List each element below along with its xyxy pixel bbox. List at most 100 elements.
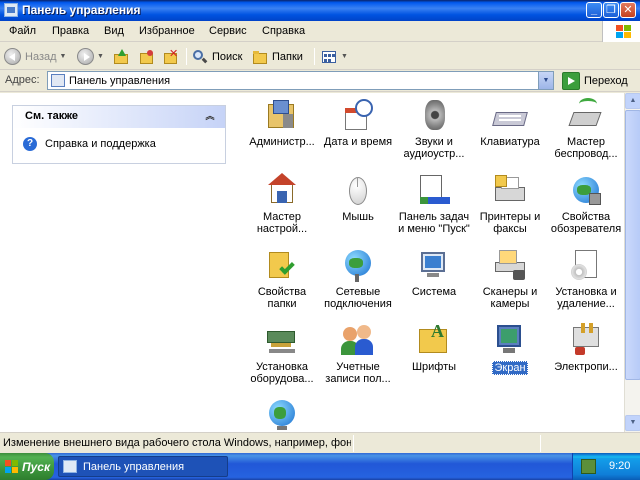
control-panel-item[interactable]: Панель задач и меню "Пуск"	[396, 173, 472, 235]
mouse-icon	[341, 173, 375, 207]
forward-button[interactable]: ▼	[77, 47, 104, 66]
chevron-down-icon: ▼	[341, 53, 348, 60]
control-panel-item-label: Панель задач и меню "Пуск"	[398, 211, 470, 235]
control-panel-item[interactable]: Установка и удаление...	[548, 248, 624, 310]
control-panel-item[interactable]: Мышь	[320, 173, 396, 223]
delete-button[interactable]: ✕	[163, 47, 183, 66]
control-panel-item[interactable]: Свойства папки	[244, 248, 320, 310]
control-panel-item[interactable]: Мастер настрой...	[244, 173, 320, 235]
control-panel-item[interactable]: A Шрифты	[396, 322, 472, 373]
go-label: Переход	[584, 75, 628, 87]
address-input[interactable]: Панель управления ▼	[47, 71, 554, 90]
menu-tools[interactable]: Сервис	[209, 25, 247, 37]
control-panel-icon	[4, 3, 18, 17]
title-bar[interactable]: Панель управления _ ❐ ✕	[0, 0, 640, 21]
keyboard-icon	[492, 98, 528, 132]
back-button[interactable]: Назад ▼	[4, 47, 66, 66]
control-panel-item[interactable]: Экран	[472, 323, 548, 375]
help-support-link[interactable]: ? Справка и поддержка	[23, 137, 156, 151]
toolbar-separator	[186, 48, 187, 65]
regional-options-icon	[265, 398, 299, 432]
back-arrow-icon	[4, 48, 21, 65]
control-panel-item[interactable]: Звуки и аудиоустр...	[396, 98, 472, 160]
folder-options-icon	[265, 248, 299, 282]
menu-view[interactable]: Вид	[104, 25, 124, 37]
control-panel-item-label: Мастер беспровод...	[554, 136, 618, 160]
control-panel-item-label: Дата и время	[323, 136, 393, 148]
scanners-icon	[493, 248, 527, 282]
taskbar-control-panel-button[interactable]: Панель управления	[58, 456, 228, 477]
control-panel-item[interactable]: Учетные записи пол...	[320, 323, 396, 385]
control-panel-item[interactable]: Сетевые подключения	[320, 248, 396, 310]
vertical-scrollbar[interactable]: ▲ ▼	[624, 93, 640, 432]
date-time-icon	[341, 98, 375, 132]
window-title: Панель управления	[22, 3, 141, 17]
menu-edit[interactable]: Правка	[52, 25, 89, 37]
views-button[interactable]: ▼	[321, 47, 348, 66]
start-button[interactable]: Пуск	[0, 453, 54, 480]
scroll-down-button[interactable]: ▼	[625, 415, 640, 431]
toolbar: Назад ▼ ▼ ✕ Поиск Папки ▼	[0, 43, 640, 70]
control-panel-item[interactable]: Система	[396, 248, 472, 298]
windows-logo-icon	[5, 460, 19, 473]
toolbar-separator	[314, 48, 315, 65]
minimize-button[interactable]: _	[586, 2, 602, 18]
control-panel-item-label: Принтеры и факсы	[479, 211, 541, 235]
taskbar-task-label: Панель управления	[83, 461, 185, 473]
power-options-icon	[569, 323, 603, 357]
network-wizard-icon	[265, 173, 299, 207]
wireless-wizard-icon	[568, 98, 603, 132]
control-panel-item[interactable]: Свойства обозревателя	[548, 173, 624, 235]
control-panel-item[interactable]: Электропи...	[548, 323, 624, 373]
address-value: Панель управления	[69, 75, 171, 87]
start-label: Пуск	[22, 460, 51, 474]
go-button[interactable]: Переход	[562, 72, 628, 90]
control-panel-item-label: Электропи...	[554, 361, 618, 373]
folders-label: Папки	[272, 50, 303, 63]
collapse-chevron-icon[interactable]: ︽	[203, 109, 217, 123]
search-icon	[192, 49, 208, 65]
control-panel-item[interactable]: Администр...	[244, 98, 320, 148]
see-also-header[interactable]: См. также ︽	[13, 106, 225, 128]
control-panel-item[interactable]: Принтеры и факсы	[472, 173, 548, 235]
move-to-button[interactable]	[139, 47, 159, 66]
address-dropdown-button[interactable]: ▼	[538, 72, 553, 89]
menu-file[interactable]: Файл	[9, 25, 36, 37]
control-panel-item-label: Установка оборудова...	[250, 361, 314, 385]
control-panel-item-label: Система	[411, 286, 457, 298]
content-area: См. также ︽ ? Справка и поддержка Админи…	[0, 93, 624, 432]
control-panel-items: Администр... Дата и время Звуки и аудиоуст…	[240, 93, 624, 432]
control-panel-item-label: Сканеры и камеры	[482, 286, 538, 310]
control-panel-item[interactable]	[244, 398, 320, 432]
control-panel-item[interactable]: Сканеры и камеры	[472, 248, 548, 310]
views-grid-icon	[321, 49, 337, 65]
control-panel-item-label: Клавиатура	[480, 136, 540, 148]
control-panel-item-label: Учетные записи пол...	[325, 361, 391, 385]
search-button[interactable]: Поиск	[192, 47, 242, 66]
menu-bar: Файл Правка Вид Избранное Сервис Справка	[0, 21, 640, 42]
help-icon: ?	[23, 137, 37, 151]
display-icon	[493, 323, 527, 357]
see-also-panel: См. также ︽ ? Справка и поддержка	[12, 105, 226, 164]
menu-favorites[interactable]: Избранное	[139, 25, 195, 37]
tray-app-icon[interactable]	[581, 459, 596, 474]
address-label: Адрес:	[5, 74, 40, 86]
control-panel-item[interactable]: Установка оборудова...	[244, 323, 320, 385]
status-text: Изменение внешнего вида рабочего стола W…	[3, 437, 351, 449]
menu-help[interactable]: Справка	[262, 25, 305, 37]
move-folder-icon	[139, 49, 155, 65]
maximize-button[interactable]: ❐	[603, 2, 619, 18]
scroll-thumb[interactable]	[625, 110, 640, 380]
close-button[interactable]: ✕	[620, 2, 636, 18]
up-folder-button[interactable]	[113, 47, 133, 66]
control-panel-item[interactable]: Мастер беспровод...	[548, 98, 624, 160]
folders-button[interactable]: Папки	[252, 47, 303, 66]
forward-arrow-icon	[77, 48, 94, 65]
control-panel-item[interactable]: Клавиатура	[472, 98, 548, 148]
status-separator	[540, 435, 541, 452]
sounds-icon	[417, 98, 451, 132]
up-folder-icon	[113, 48, 129, 65]
control-panel-item[interactable]: Дата и время	[320, 98, 396, 148]
control-panel-item-label: Экран	[492, 361, 528, 375]
scroll-up-button[interactable]: ▲	[625, 93, 640, 109]
